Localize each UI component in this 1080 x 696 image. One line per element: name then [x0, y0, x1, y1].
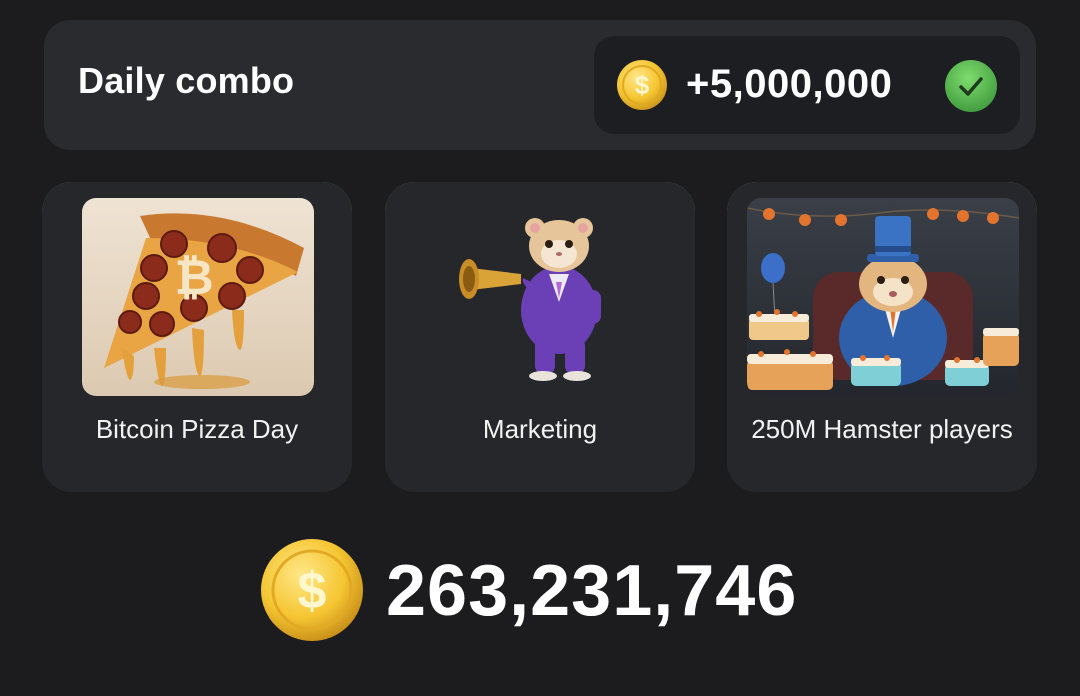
card-label: Marketing	[482, 414, 598, 444]
daily-combo-header: Daily combo $ +5,000,000	[44, 20, 1036, 150]
combo-cards: ₿ Bitcoin Pizza Day Marketing 250M Hamst…	[40, 180, 1040, 496]
coin-icon: $	[617, 60, 667, 110]
coin-icon: $	[261, 539, 363, 641]
card-label: Bitcoin Pizza Day	[95, 414, 299, 444]
svg-text:$: $	[635, 70, 650, 100]
hamster-trumpet-image	[425, 198, 657, 396]
check-icon	[945, 60, 997, 112]
combo-card-250m-hamster-players[interactable]: 250M Hamster players	[725, 180, 1039, 494]
daily-combo-reward: $ +5,000,000	[594, 36, 1020, 134]
svg-text:$: $	[298, 562, 327, 620]
reward-amount: +5,000,000	[686, 62, 893, 106]
bitcoin-pizza-image: ₿	[82, 198, 314, 396]
card-label: 250M Hamster players	[751, 414, 1013, 444]
daily-combo-screen: Daily combo $ +5,000,000 ₿ Bitcoin Pizza…	[0, 0, 1080, 696]
daily-combo-title: Daily combo	[78, 60, 295, 101]
combo-card-bitcoin-pizza-day[interactable]: ₿ Bitcoin Pizza Day	[40, 180, 354, 494]
hamster-party-image	[747, 198, 1019, 396]
svg-text:₿: ₿	[174, 252, 213, 305]
combo-card-marketing[interactable]: Marketing	[383, 180, 697, 494]
balance-amount: 263,231,746	[386, 551, 798, 631]
coin-balance: $ 263,231,746	[260, 538, 860, 648]
